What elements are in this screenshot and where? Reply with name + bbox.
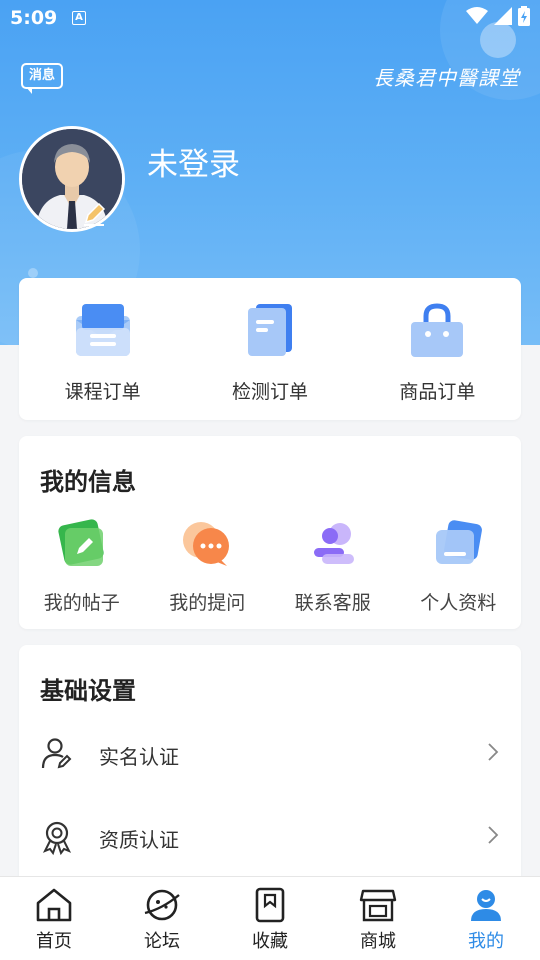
brand-logo: 長桑君中醫課堂 — [373, 66, 520, 90]
course-order-label: 课程订单 — [64, 381, 141, 403]
goods-order-button[interactable]: 商品订单 — [354, 278, 521, 420]
message-bubble-tail — [26, 87, 32, 94]
chevron-right-icon — [488, 743, 499, 761]
tab-forum[interactable]: 论坛 — [108, 877, 216, 960]
notification-icon: A — [72, 11, 86, 25]
login-status[interactable]: 未登录 — [147, 139, 240, 184]
bookmark-icon — [255, 887, 285, 923]
tab-favorites-label: 收藏 — [252, 931, 288, 952]
real-name-verify-label: 实名认证 — [99, 745, 179, 769]
tab-shop[interactable]: 商城 — [324, 877, 432, 960]
home-icon — [36, 888, 72, 922]
tab-me[interactable]: 我的 — [432, 877, 540, 960]
post-icon — [58, 519, 104, 566]
test-order-label: 检测订单 — [231, 381, 308, 403]
course-order-button[interactable]: 课程订单 — [19, 278, 186, 420]
goods-order-icon — [411, 303, 464, 357]
profile-label: 个人资料 — [420, 592, 497, 614]
message-button[interactable]: 消息 — [21, 63, 63, 94]
my-questions-button[interactable]: 我的提问 — [145, 516, 271, 626]
goods-order-label: 商品订单 — [399, 381, 476, 403]
test-order-button[interactable]: 检测订单 — [186, 278, 353, 420]
user-verify-icon — [41, 738, 72, 769]
avatar[interactable] — [19, 126, 125, 232]
message-label: 消息 — [21, 63, 63, 89]
my-posts-button[interactable]: 我的帖子 — [19, 516, 145, 626]
me-icon — [471, 890, 501, 921]
status-time: 5:09 — [10, 7, 58, 29]
service-icon — [313, 523, 354, 564]
basic-settings-title: 基础设置 — [40, 677, 136, 705]
edit-avatar-icon[interactable] — [80, 200, 108, 228]
course-order-icon — [75, 304, 130, 356]
tab-favorites[interactable]: 收藏 — [216, 877, 324, 960]
customer-service-button[interactable]: 联系客服 — [270, 516, 396, 626]
tab-home[interactable]: 首页 — [0, 877, 108, 960]
customer-service-label: 联系客服 — [294, 592, 371, 614]
my-posts-label: 我的帖子 — [43, 592, 120, 614]
tab-home-label: 首页 — [36, 931, 72, 952]
basic-settings-card: 基础设置 实名认证 资质认证 — [19, 645, 521, 885]
wifi-icon — [466, 7, 488, 24]
tab-me-label: 我的 — [468, 931, 504, 952]
qualification-verify-row[interactable]: 资质认证 — [19, 806, 521, 866]
profile-icon — [436, 520, 483, 564]
orders-card: 课程订单 检测订单 商品订单 — [19, 278, 521, 420]
forum-icon — [144, 889, 180, 921]
my-info-card: 我的信息 我的帖子 我的提问 联系客服 个人资料 — [19, 436, 521, 629]
question-icon — [183, 522, 230, 566]
real-name-verify-row[interactable]: 实名认证 — [19, 723, 521, 783]
my-questions-label: 我的提问 — [169, 592, 246, 614]
signal-icon — [494, 7, 512, 25]
qualification-verify-label: 资质认证 — [99, 828, 179, 852]
status-bar: 5:09 A — [0, 0, 540, 36]
shop-icon — [359, 889, 397, 922]
certificate-icon — [42, 821, 72, 856]
chevron-right-icon — [488, 826, 499, 844]
my-info-title: 我的信息 — [40, 468, 136, 496]
test-order-icon — [247, 304, 292, 356]
tab-forum-label: 论坛 — [144, 931, 180, 952]
decor-bubble — [28, 268, 38, 278]
profile-button[interactable]: 个人资料 — [396, 516, 522, 626]
bottom-tab-bar: 首页 论坛 收藏 商城 我的 — [0, 876, 540, 960]
tab-shop-label: 商城 — [360, 931, 396, 952]
battery-icon — [518, 6, 530, 26]
